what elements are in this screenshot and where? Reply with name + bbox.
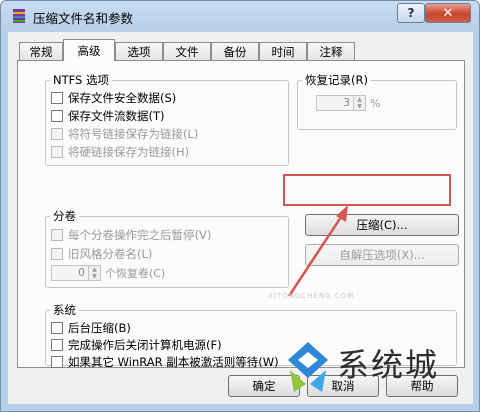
watermark-subtext: XITONGCHENG.COM: [268, 292, 355, 300]
watermark: 系统城: [282, 336, 472, 400]
tab-advanced[interactable]: 高级: [63, 39, 115, 61]
watermark-logo-icon: [288, 342, 328, 392]
watermark-text: 系统城: [337, 346, 440, 384]
